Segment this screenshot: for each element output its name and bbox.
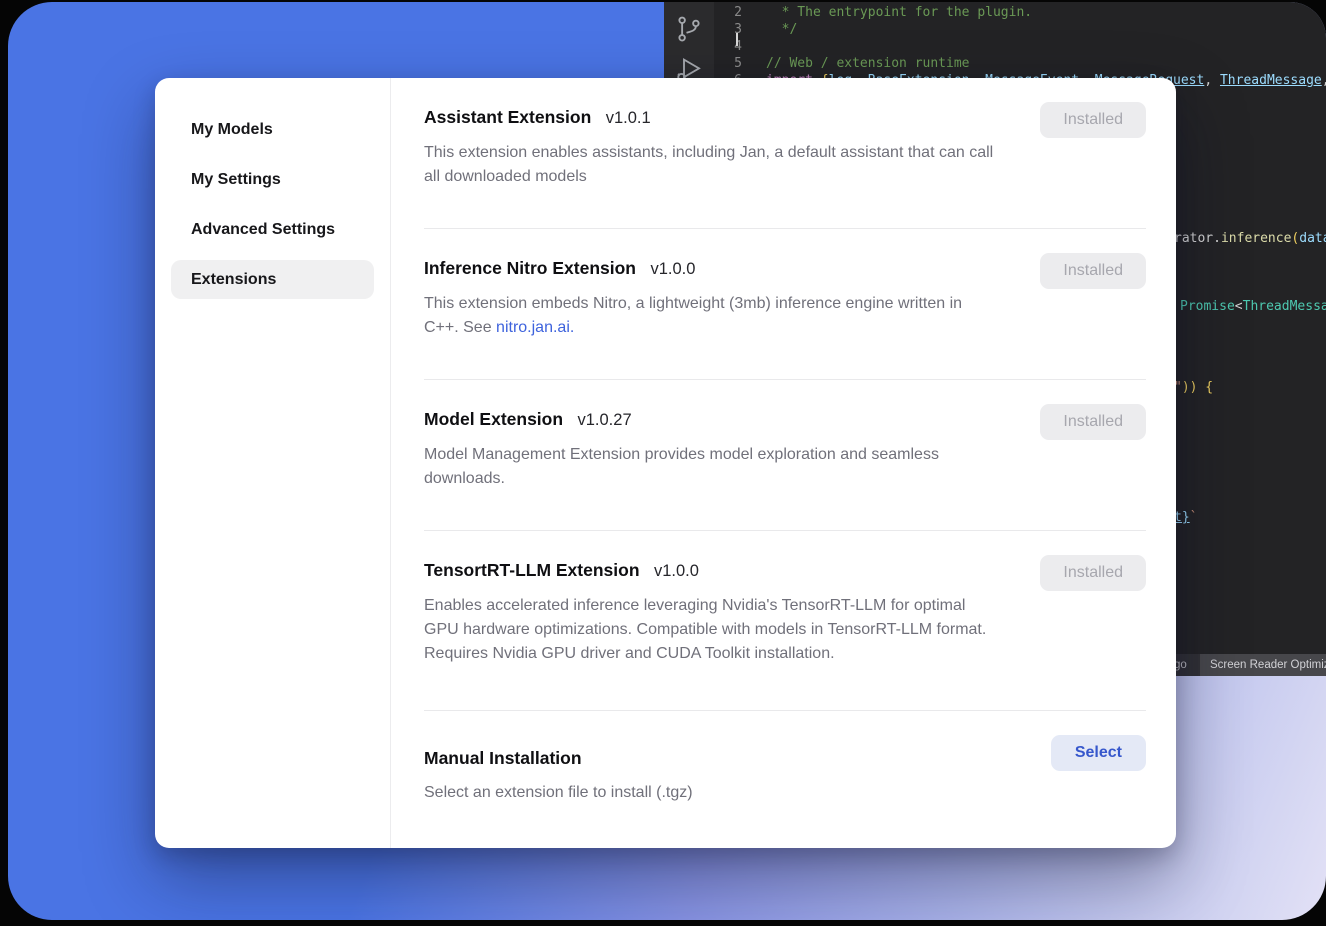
extension-description: This extension enables assistants, inclu… (424, 141, 999, 189)
code-line-5: // Web / extension runtime (766, 55, 970, 72)
code-line-2: * The entrypoint for the plugin. (766, 4, 1032, 21)
screen-reader-status-item[interactable]: Screen Reader Optimized (1200, 654, 1326, 676)
extension-description: Enables accelerated inference leveraging… (424, 594, 1002, 666)
line-number: 2 (720, 4, 742, 21)
sidebar-item-my-models[interactable]: My Models (171, 110, 374, 149)
manual-installation-row: Manual Installation Select an extension … (424, 711, 1146, 844)
line-number: 5 (720, 55, 742, 72)
code-line-3: */ (766, 21, 797, 38)
installed-button[interactable]: Installed (1040, 555, 1146, 591)
extension-name: Inference Nitro Extension (424, 255, 636, 281)
code-fragment: Promise<ThreadMessage> (1180, 299, 1326, 314)
extension-name: Assistant Extension (424, 104, 591, 130)
installed-button[interactable]: Installed (1040, 404, 1146, 440)
extension-name: Model Extension (424, 406, 563, 432)
source-control-icon[interactable] (674, 14, 704, 44)
extension-version: v1.0.27 (578, 407, 632, 433)
settings-modal: My Models My Settings Advanced Settings … (155, 78, 1176, 848)
line-number: 3 (720, 21, 742, 38)
line-number: 4 (720, 38, 742, 55)
hero-background: 2 3 4 5 6 * The entrypoint for the plugi… (8, 2, 1326, 920)
extension-name: TensortRT-LLM Extension (424, 557, 640, 583)
settings-sidebar: My Models My Settings Advanced Settings … (155, 78, 391, 848)
extension-description: Model Management Extension provides mode… (424, 443, 952, 491)
extension-description: This extension embeds Nitro, a lightweig… (424, 292, 989, 340)
extension-row-tensorrt-llm: TensortRT-LLM Extension v1.0.0 Enables a… (424, 531, 1146, 711)
extension-row-assistant: Assistant Extension v1.0.1 This extensio… (424, 78, 1146, 229)
sidebar-item-advanced-settings[interactable]: Advanced Settings (171, 210, 374, 249)
installed-button[interactable]: Installed (1040, 102, 1146, 138)
nitro-jan-ai-link[interactable]: nitro.jan.ai. (496, 319, 574, 336)
code-fragment: t}` (1174, 510, 1197, 525)
sidebar-item-my-settings[interactable]: My Settings (171, 160, 374, 199)
extension-row-model: Model Extension v1.0.27 Model Management… (424, 380, 1146, 531)
text-cursor (736, 33, 738, 46)
extension-version: v1.0.1 (606, 105, 651, 131)
extensions-list: Assistant Extension v1.0.1 This extensio… (391, 78, 1176, 848)
extension-version: v1.0.0 (650, 256, 695, 282)
code-fragment: ")) { (1174, 380, 1213, 395)
manual-installation-title: Manual Installation (424, 745, 582, 771)
extension-version: v1.0.0 (654, 558, 699, 584)
sidebar-item-extensions[interactable]: Extensions (171, 260, 374, 299)
extension-row-inference-nitro: Inference Nitro Extension v1.0.0 This ex… (424, 229, 1146, 380)
code-fragment: rator.inference(data)); (1174, 231, 1326, 246)
select-file-button[interactable]: Select (1051, 735, 1146, 771)
installed-button[interactable]: Installed (1040, 253, 1146, 289)
manual-installation-description: Select an extension file to install (.tg… (424, 781, 1146, 805)
